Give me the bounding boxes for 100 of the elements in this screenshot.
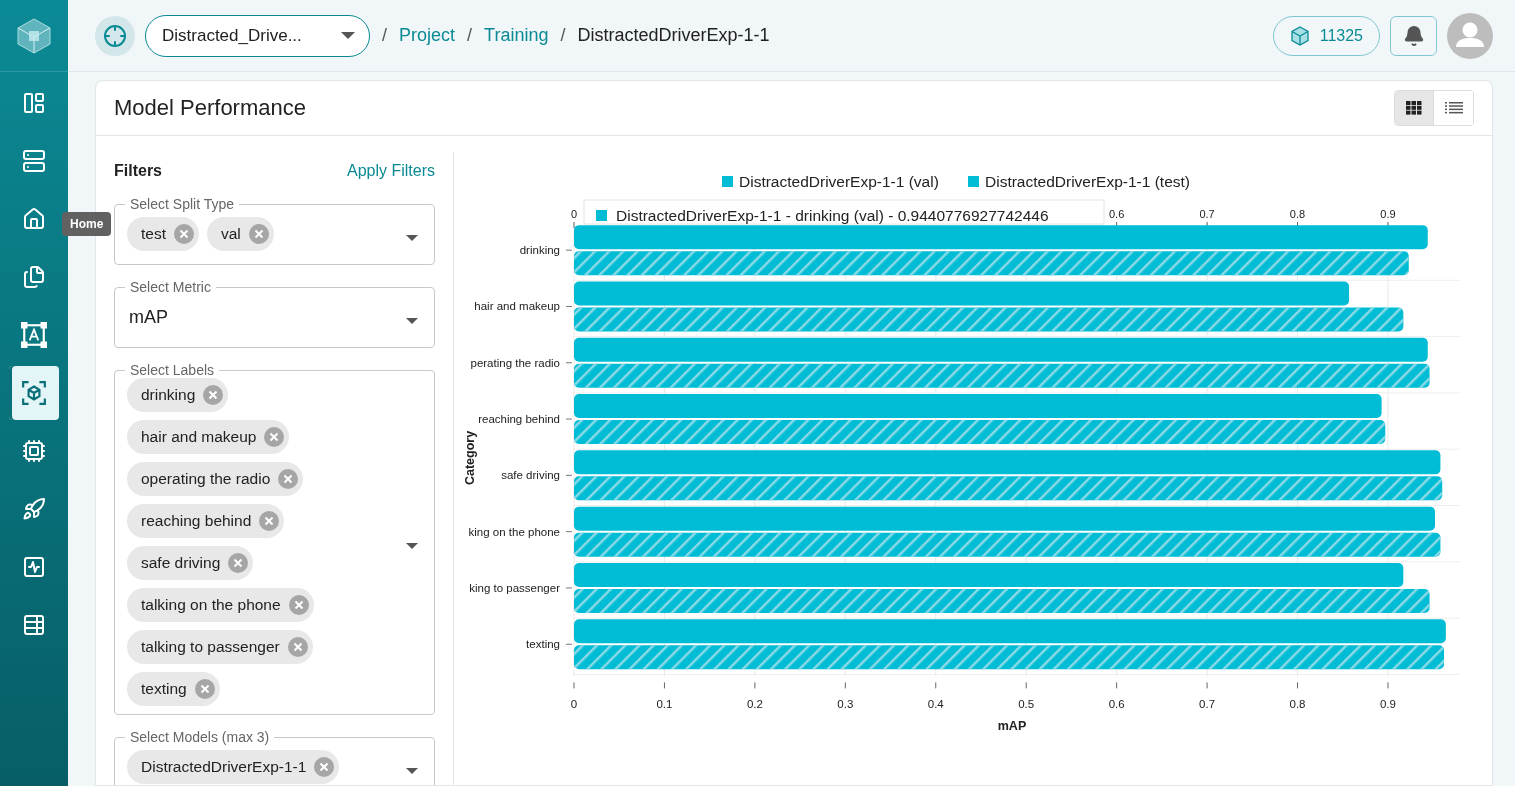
remove-icon[interactable] [194,679,215,699]
remove-icon[interactable] [278,469,299,489]
axis-tick-label: 0.8 [1289,208,1306,220]
axis-tick-label: 0.3 [837,698,854,710]
chip[interactable]: val [207,217,274,251]
avatar[interactable] [1447,12,1493,59]
axis-tick-label: 0 [570,208,578,220]
chip[interactable]: safe driving [127,546,254,580]
chip[interactable]: talking to passenger [127,630,313,664]
layout-panel-icon [22,91,46,115]
select-value: mAP [128,305,169,329]
bar[interactable] [574,562,1404,587]
bar[interactable] [574,450,1441,475]
axis-tick-label: 0.9 [1380,208,1396,220]
rocket-icon [22,497,46,521]
chip[interactable]: talking on the phone [127,588,314,622]
breadcrumb[interactable]: Project [399,25,456,46]
dropdown-caret-icon[interactable] [406,318,418,324]
category-label: hair and makeup [474,300,560,313]
bar[interactable] [574,394,1382,419]
bar[interactable] [574,645,1445,670]
activity-icon [22,555,46,579]
breadcrumb-separator: / [467,25,473,46]
apply-filters-link[interactable]: Apply Filters [346,162,435,180]
category-label: drinking [519,244,560,257]
breadcrumb[interactable]: DistractedDriverExp-1-1 [577,25,770,46]
table-icon [22,613,46,637]
axis-tick-label: 0.5 [1018,698,1035,710]
bar[interactable] [574,619,1446,644]
axis-tick-label: 0.7 [1199,208,1215,220]
bell-icon [1402,24,1425,47]
legend-label: DistractedDriverExp-1-1 (val) [739,173,939,190]
chip[interactable]: reaching behind [127,504,285,538]
grid-icon [1406,101,1422,115]
remove-icon[interactable] [203,385,224,405]
bar[interactable] [574,476,1443,501]
filters-title: Filters [114,162,162,180]
server-icon [22,149,46,173]
bar[interactable] [574,420,1386,445]
home-icon [22,207,46,231]
bar[interactable] [574,225,1428,250]
chip[interactable]: operating the radio [127,462,304,496]
tooltip: Home [62,212,112,236]
breadcrumb-separator: / [382,25,387,46]
chip[interactable]: test [127,217,199,251]
select-field[interactable]: Select Split Type test val [114,196,435,265]
bar[interactable] [574,363,1430,388]
cube-logo-icon [17,17,51,54]
remove-icon[interactable] [314,757,335,777]
dropdown-caret-icon[interactable] [341,32,355,39]
cube-icon [1289,25,1310,46]
category-label: safe driving [501,469,560,482]
grid-view-button[interactable] [1395,91,1434,125]
nav-item[interactable] [9,366,59,420]
axis-tick-label: 0.4 [927,698,944,710]
bar[interactable] [574,588,1430,613]
list-icon [1444,102,1463,114]
field-label: Select Metric [129,279,212,295]
page-title: Model Performance [114,95,306,121]
select-field[interactable]: Select Metric mAP [114,279,435,348]
bar[interactable] [574,281,1350,306]
remove-icon[interactable] [228,553,249,573]
remove-icon[interactable] [259,511,280,531]
legend-label: DistractedDriverExp-1-1 (test) [985,173,1190,190]
project-select[interactable]: Distracted_Drive... [145,14,370,57]
bar[interactable] [574,506,1435,531]
category-label: king on the phone [468,525,560,538]
remove-icon[interactable] [248,224,269,244]
axis-tick-label: 0.6 [1109,208,1125,220]
dropdown-caret-icon[interactable] [406,235,418,241]
remove-icon[interactable] [287,637,308,657]
notifications-button[interactable] [1390,15,1437,56]
field-label: Select Split Type [129,196,236,212]
breadcrumb[interactable]: Training [484,25,549,46]
remove-icon[interactable] [288,595,309,615]
category-label: texting [526,638,560,651]
chip[interactable]: hair and makeup [127,420,290,454]
remove-icon[interactable] [264,427,285,447]
axis-tick-label: 0.9 [1379,698,1396,710]
bar[interactable] [574,251,1409,276]
bar[interactable] [574,337,1428,362]
chart-tooltip: DistractedDriverExp-1-1 - drinking (val) - 0.9440776927742446 [583,199,1105,225]
chip[interactable]: drinking [127,378,229,412]
axis-tick-label: 0.1 [656,698,673,710]
axis-tick-label: 0.6 [1108,698,1125,710]
bar[interactable] [574,307,1404,332]
select-field[interactable]: Select Models (max 3) DistractedDriverExp-1-1 [114,729,435,785]
chip[interactable]: texting [127,672,220,706]
select-field[interactable]: Select Labels drinking hair and makeup operating the radio reaching behind safe driving talking on the phone talking to passenger texting [114,362,435,715]
bar[interactable] [574,532,1441,557]
crosshair-icon[interactable] [95,15,135,56]
files-icon [22,265,46,289]
axis-tick-label: 0.2 [746,698,763,710]
remove-icon[interactable] [174,224,194,244]
breadcrumb-separator: / [560,25,566,46]
dropdown-caret-icon[interactable] [406,768,418,774]
chip-icon [22,439,46,463]
axis-title: Category [463,430,477,486]
chip[interactable]: DistractedDriverExp-1-1 [127,750,340,784]
dropdown-caret-icon[interactable] [406,543,418,549]
